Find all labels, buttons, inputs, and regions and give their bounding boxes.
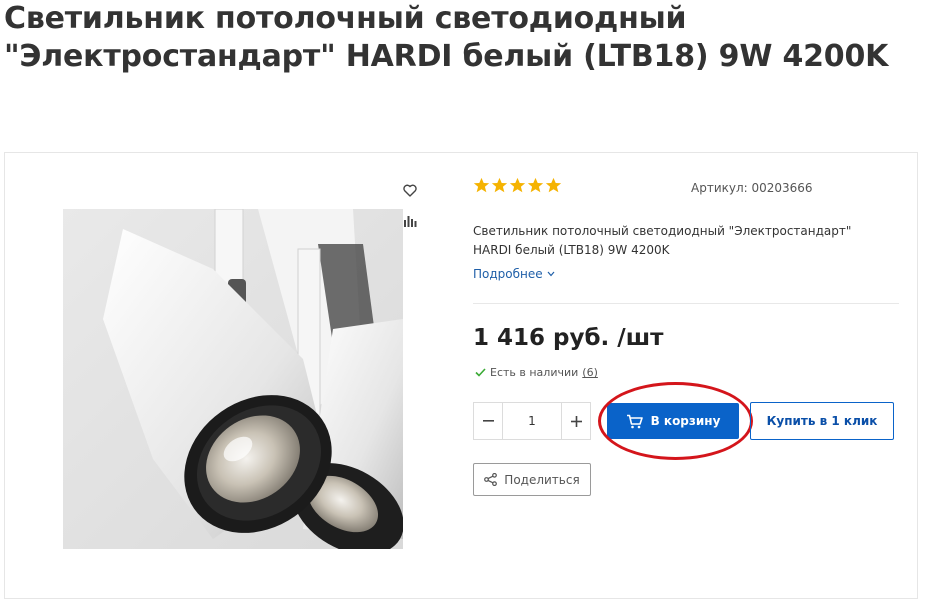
cart-icon [626,414,643,428]
chevron-down-icon [547,271,555,277]
star-icon [527,177,544,193]
page-title: Светильник потолочный светодиодный "Элек… [4,1,889,74]
rating-stars [473,177,562,194]
minus-icon[interactable] [474,403,502,439]
star-icon [545,177,562,193]
share-label: Поделиться [504,472,580,487]
star-icon [491,177,508,193]
stock-count-link[interactable]: (6) [582,366,598,379]
quantity-input[interactable] [502,403,562,439]
divider [473,303,899,304]
star-icon [473,177,490,193]
product-image[interactable] [63,209,403,549]
quantity-stepper [473,402,591,440]
share-button[interactable]: Поделиться [473,463,591,496]
more-link-label: Подробнее [473,267,543,281]
add-to-cart-button[interactable]: В корзину [607,403,739,439]
star-icon [509,177,526,193]
add-to-cart-label: В корзину [650,414,721,428]
sku-label: Артикул: 00203666 [691,181,813,195]
share-icon [484,473,498,486]
product-description: Светильник потолочный светодиодный "Элек… [473,224,852,257]
more-link[interactable]: Подробнее [473,267,555,281]
heart-icon[interactable] [400,180,420,200]
product-card: Артикул: 00203666 Светильник потолочный … [4,152,918,599]
buy-one-click-button[interactable]: Купить в 1 клик [750,402,894,440]
stock-label: Есть в наличии [490,366,579,379]
plus-icon[interactable] [562,403,590,439]
price: 1 416 руб. /шт [473,325,664,351]
stock-status: Есть в наличии (6) [475,366,598,379]
compare-icon[interactable] [400,211,420,231]
check-icon [475,368,486,377]
